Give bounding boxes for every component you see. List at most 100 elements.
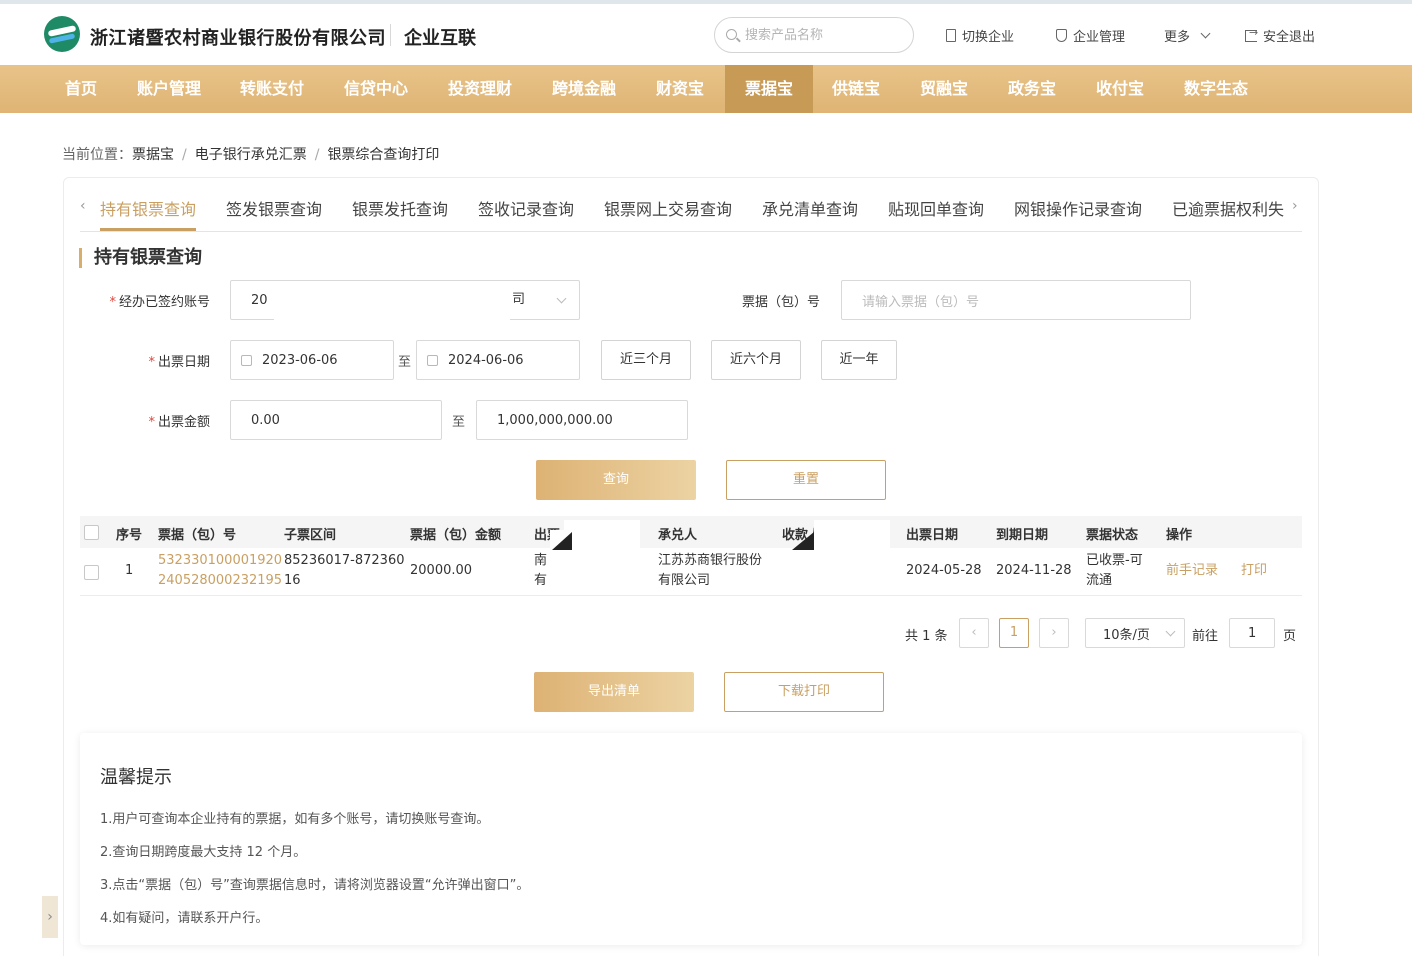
tab-issued-bills[interactable]: 签发银票查询	[226, 196, 322, 220]
nav-item-supplychain[interactable]: 供链宝	[820, 65, 892, 113]
bill-no-line2: 240528000232195	[158, 573, 283, 588]
page-size-value: 10条/页	[1103, 627, 1150, 643]
search-input[interactable]	[745, 25, 905, 45]
search-icon	[726, 29, 737, 40]
side-expand-icon[interactable]: ›	[42, 896, 58, 938]
redaction-mask	[814, 520, 890, 600]
redaction-mask	[274, 284, 510, 328]
query-button[interactable]: 查询	[536, 460, 696, 500]
goto-page-input[interactable]: 1	[1229, 618, 1275, 648]
table-row-divider	[80, 595, 1302, 596]
bank-logo-icon[interactable]	[44, 16, 80, 52]
account-label-text: 经办已签约账号	[118, 295, 210, 310]
date-to-input[interactable]: 2024-06-06	[416, 340, 580, 380]
section-title: 持有银票查询	[79, 248, 202, 268]
nav-item-credit[interactable]: 信贷中心	[334, 65, 418, 113]
required-mark: *	[148, 355, 155, 370]
nav-item-home[interactable]: 首页	[50, 65, 112, 113]
column-header-status: 票据状态	[1086, 528, 1139, 543]
company-management-link[interactable]: 企业管理	[1056, 26, 1125, 45]
portal-name: 企业互联	[404, 28, 476, 49]
tab-collection[interactable]: 银票发托查询	[352, 196, 448, 220]
more-menu[interactable]: 更多	[1164, 26, 1211, 45]
bill-no-link[interactable]: 532330100001920 240528000232195	[158, 551, 282, 591]
shield-icon	[1056, 29, 1067, 42]
bill-no-input[interactable]: 请输入票据（包）号	[841, 280, 1191, 320]
download-print-button[interactable]: 下载打印	[724, 672, 884, 712]
account-value-suffix: 司	[512, 292, 526, 307]
column-header-actions: 操作	[1166, 528, 1193, 543]
breadcrumb-separator: /	[314, 147, 320, 163]
tab-operation-log[interactable]: 网银操作记录查询	[1014, 196, 1142, 220]
nav-item-trade[interactable]: 贸融宝	[908, 65, 980, 113]
drawer-cell: 南 有	[534, 551, 547, 591]
tabs-scroll-right-icon[interactable]: ›	[1292, 198, 1298, 214]
nav-item-crossborder[interactable]: 跨境金融	[542, 65, 626, 113]
redaction-corner	[552, 532, 572, 550]
last-6-months-button[interactable]: 近六个月	[711, 340, 801, 380]
breadcrumb-item-bills[interactable]: 票据宝	[132, 147, 174, 163]
print-link[interactable]: 打印	[1241, 561, 1267, 581]
sub-range-line2: 16	[284, 573, 301, 588]
acceptor-line1: 江苏苏商银行股份	[658, 553, 763, 568]
product-search[interactable]	[714, 17, 914, 53]
page-number-button[interactable]: 1	[999, 618, 1029, 648]
sub-range-cell: 85236017-872360 16	[284, 551, 405, 591]
prev-page-button[interactable]: ‹	[959, 618, 989, 648]
nav-item-treasury[interactable]: 财资宝	[644, 65, 716, 113]
tab-expired-rights[interactable]: 已逾票据权利失	[1172, 196, 1284, 220]
nav-item-bills[interactable]: 票据宝	[725, 65, 813, 113]
tips-title: 温馨提示	[100, 767, 172, 788]
issue-date-label: * 出票日期	[130, 351, 210, 370]
switch-company-link[interactable]: 切换企业	[946, 26, 1014, 45]
acceptor-line2: 有限公司	[658, 573, 711, 588]
last-3-months-button[interactable]: 近三个月	[601, 340, 691, 380]
tab-held-bills[interactable]: 持有银票查询	[100, 196, 196, 220]
calendar-icon	[427, 354, 438, 366]
export-list-button[interactable]: 导出清单	[534, 672, 694, 712]
prior-holder-record-link[interactable]: 前手记录	[1166, 561, 1218, 581]
breadcrumb-item-ebill[interactable]: 电子银行承兑汇票	[195, 147, 307, 163]
tips-panel: 温馨提示 1.用户可查询本企业持有的票据，如有多个账号，请切换账号查询。 2.查…	[80, 733, 1302, 945]
page-unit-label: 页	[1283, 629, 1297, 644]
logout-link[interactable]: 安全退出	[1245, 26, 1315, 45]
document-icon	[946, 29, 956, 42]
tabs-scroll-left-icon[interactable]: ‹	[80, 198, 86, 214]
goto-label: 前往	[1192, 629, 1219, 644]
issue-date-label-text: 出票日期	[157, 355, 210, 370]
status-cell: 已收票-可 流通	[1086, 551, 1143, 591]
nav-item-accounts[interactable]: 账户管理	[126, 65, 212, 113]
amount-to-input[interactable]: 1,000,000,000.00	[476, 400, 688, 440]
total-count: 共 1 条	[905, 629, 948, 644]
column-header-issue-date: 出票日期	[906, 528, 959, 543]
tab-discount-receipts[interactable]: 贴现回单查询	[888, 196, 984, 220]
date-from-input[interactable]: 2023-06-06	[230, 340, 394, 380]
header: 浙江诸暨农村商业银行股份有限公司 企业互联 切换企业 企业管理 更多 安全退出	[0, 4, 1412, 65]
row-checkbox[interactable]	[84, 565, 99, 580]
date-to-value: 2024-06-06	[448, 352, 524, 368]
reset-button[interactable]: 重置	[726, 460, 886, 500]
tab-online-trades[interactable]: 银票网上交易查询	[604, 196, 732, 220]
amount-from-input[interactable]: 0.00	[230, 400, 442, 440]
nav-item-government[interactable]: 政务宝	[996, 65, 1068, 113]
nav-item-investment[interactable]: 投资理财	[438, 65, 522, 113]
drawer-line2: 有	[534, 573, 548, 588]
last-year-button[interactable]: 近一年	[821, 340, 897, 380]
nav-item-transfer[interactable]: 转账支付	[230, 65, 314, 113]
company-management-label: 企业管理	[1073, 30, 1126, 45]
more-label: 更多	[1164, 30, 1191, 45]
amount-range-separator: 至	[452, 415, 466, 430]
column-header-index: 序号	[116, 528, 143, 543]
active-tab-indicator	[100, 228, 196, 231]
drawer-line1: 南	[534, 553, 548, 568]
tab-receipt-records[interactable]: 签收记录查询	[478, 196, 574, 220]
status-line1: 已收票-可	[1086, 553, 1143, 568]
acceptor-cell: 江苏苏商银行股份 有限公司	[658, 551, 762, 591]
nav-item-digital[interactable]: 数字生态	[1172, 65, 1260, 113]
nav-item-payment[interactable]: 收付宝	[1084, 65, 1156, 113]
breadcrumb: 当前位置：票据宝 / 电子银行承兑汇票 / 银票综合查询打印	[62, 144, 439, 164]
next-page-button[interactable]: ›	[1039, 618, 1069, 648]
select-all-checkbox[interactable]	[84, 525, 99, 540]
date-from-value: 2023-06-06	[262, 352, 338, 368]
tab-acceptance-list[interactable]: 承兑清单查询	[762, 196, 858, 220]
